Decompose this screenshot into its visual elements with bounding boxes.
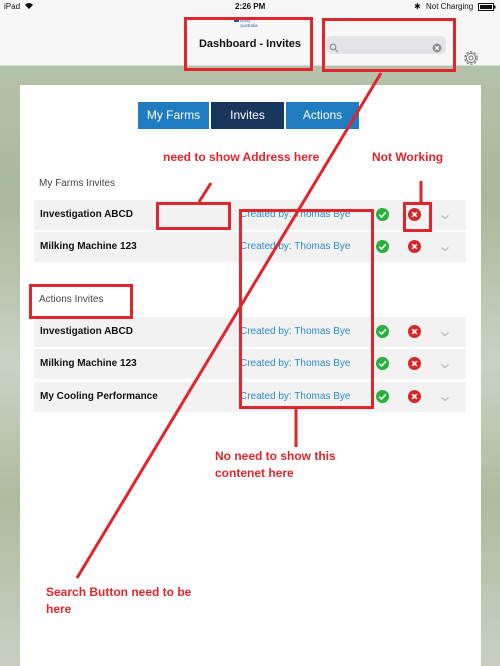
navigation-bar: Dairy Australia Dashboard - Invites [0,14,500,66]
invite-row[interactable]: Investigation ABCD Created by: Thomas By… [34,317,466,347]
chevron-down-icon[interactable] [440,209,450,220]
invite-created-by: Created by: Thomas Bye [240,241,351,252]
accept-icon[interactable] [376,390,389,403]
invite-created-by: Created by: Thomas Bye [240,209,351,220]
bluetooth-icon: ✱ [414,2,421,11]
battery-icon [478,3,496,13]
invite-row[interactable]: Milking Machine 123 Created by: Thomas B… [34,232,466,262]
invite-created-by: Created by: Thomas Bye [240,326,351,337]
invite-created-by: Created by: Thomas Bye [240,358,351,369]
reject-icon[interactable] [408,208,421,221]
accept-icon[interactable] [376,208,389,221]
device-label: iPad [4,2,21,11]
status-bar: iPad 2:26 PM ✱ Not Charging [0,0,500,14]
chevron-down-icon[interactable] [440,391,450,402]
charging-status: Not Charging [426,2,474,11]
svg-text:Australia: Australia [240,23,258,28]
wifi-icon [24,2,34,12]
tab-bar: My Farms Invites Actions [138,102,361,129]
invite-name: Milking Machine 123 [40,358,137,369]
reject-icon[interactable] [408,357,421,370]
invite-name: My Cooling Performance [40,391,158,402]
invite-name: Milking Machine 123 [40,241,137,252]
my-farms-invites-heading: My Farms Invites [39,178,116,189]
tab-my-farms[interactable]: My Farms [138,102,209,129]
dairy-australia-logo: Dairy Australia [233,16,267,28]
page-title: Dashboard - Invites [198,38,302,50]
invites-card: My Farms Invites Actions My Farms Invite… [20,85,481,666]
invite-row[interactable]: Investigation ABCD Created by: Thomas By… [34,200,466,230]
reject-icon[interactable] [408,325,421,338]
status-time: 2:26 PM [235,2,266,11]
invite-row[interactable]: My Cooling Performance Created by: Thoma… [34,382,466,412]
accept-icon[interactable] [376,357,389,370]
chevron-down-icon[interactable] [440,358,450,369]
search-bar[interactable] [326,36,446,54]
invite-name: Investigation ABCD [40,209,133,220]
invite-created-by: Created by: Thomas Bye [240,391,351,402]
close-circle-icon[interactable] [432,40,442,53]
invite-name: Investigation ABCD [40,326,133,337]
chevron-down-icon[interactable] [440,326,450,337]
chevron-down-icon[interactable] [440,241,450,252]
actions-invites-heading: Actions Invites [39,294,104,305]
tab-actions[interactable]: Actions [286,102,359,129]
accept-icon[interactable] [376,240,389,253]
reject-icon[interactable] [408,240,421,253]
tab-invites[interactable]: Invites [211,102,284,129]
search-input[interactable] [340,38,428,52]
reject-icon[interactable] [408,390,421,403]
gear-icon[interactable] [462,49,480,67]
invite-row[interactable]: Milking Machine 123 Created by: Thomas B… [34,349,466,379]
accept-icon[interactable] [376,325,389,338]
search-icon[interactable] [329,40,339,53]
